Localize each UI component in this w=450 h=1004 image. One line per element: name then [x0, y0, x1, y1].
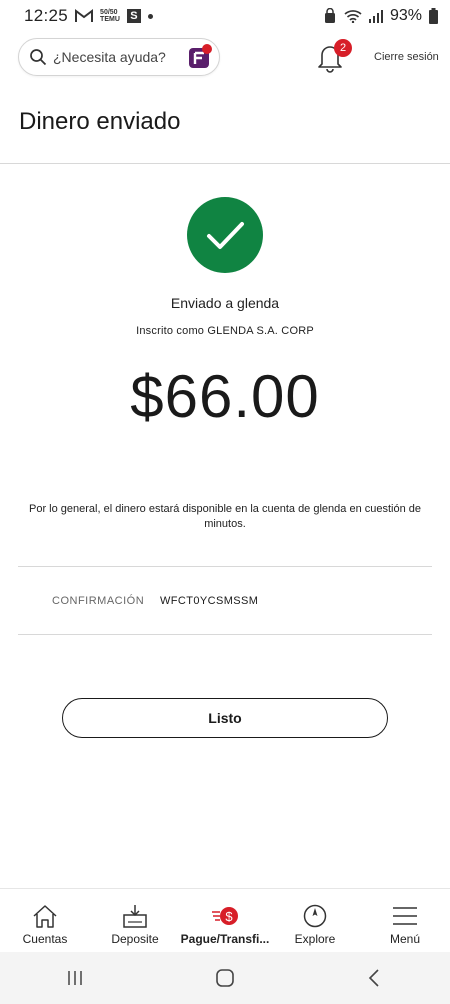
search-icon — [30, 49, 47, 66]
nav-item-pay-transfer[interactable]: $ Pague/Transfi... — [180, 889, 270, 952]
temu-badge-line1: 50/50 — [100, 9, 118, 16]
back-icon[interactable] — [363, 966, 387, 990]
deposit-icon — [123, 905, 147, 928]
bottom-nav: Cuentas Deposite $ Pague/Transfi... Expl… — [0, 888, 450, 952]
done-button[interactable]: Listo — [62, 698, 388, 738]
fargo-assistant-icon[interactable] — [185, 42, 215, 72]
nav-item-menu[interactable]: Menú — [360, 889, 450, 952]
pay-transfer-icon: $ — [212, 907, 238, 925]
recent-apps-icon[interactable] — [63, 966, 87, 990]
s-app-icon: S — [126, 9, 141, 23]
nav-label-menu: Menú — [389, 932, 421, 946]
gmail-icon — [75, 9, 94, 22]
nav-label-pay-transfer: Pague/Transfi... — [180, 932, 270, 946]
nav-label-deposit: Deposite — [111, 932, 159, 946]
availability-note: Por lo general, el dinero estará disponi… — [29, 503, 421, 530]
logout-link[interactable]: Cierre sesión — [374, 51, 439, 63]
success-checkmark-icon — [187, 197, 263, 273]
lock-bag-icon — [324, 8, 335, 23]
status-right: 93% — [323, 7, 438, 25]
compass-icon — [303, 904, 327, 928]
status-bar: 12:25 50/50 TEMU S 93% — [0, 0, 450, 32]
battery-percent: 93% — [389, 7, 422, 24]
status-time: 12:25 — [24, 6, 69, 25]
registered-name: Inscrito como GLENDA S.A. CORP — [136, 325, 314, 337]
page-title: Dinero enviado — [19, 108, 181, 135]
hamburger-icon — [393, 907, 417, 925]
search-placeholder: ¿Necesita ayuda? — [53, 49, 166, 65]
divider — [18, 634, 432, 635]
notifications-count-badge: 2 — [334, 39, 352, 57]
amount-sent: $66.00 — [130, 363, 320, 430]
fargo-logo-icon — [189, 44, 212, 68]
nav-item-deposit[interactable]: Deposite — [90, 889, 180, 952]
nav-item-accounts[interactable]: Cuentas — [0, 889, 90, 952]
system-nav-bar — [0, 952, 450, 1004]
house-icon — [33, 905, 57, 928]
temu-badge-line2: TEMU — [100, 16, 120, 23]
search-bar[interactable]: ¿Necesita ayuda? — [18, 38, 220, 76]
nav-label-explore: Explore — [294, 932, 336, 946]
home-icon[interactable] — [213, 966, 237, 990]
notification-dot-icon — [147, 13, 153, 19]
wifi-icon — [344, 10, 362, 23]
nav-label-accounts: Cuentas — [22, 932, 68, 946]
battery-icon — [429, 8, 438, 24]
divider — [18, 566, 432, 567]
signal-icon — [368, 10, 383, 23]
nav-item-explore[interactable]: Explore — [270, 889, 360, 952]
temu-badge: 50/50 TEMU — [100, 9, 120, 23]
confirmation-label: CONFIRMACIÓN — [52, 595, 145, 607]
top-bar: ¿Necesita ayuda? 2 Cierre sesión — [0, 38, 450, 80]
status-left: 12:25 50/50 TEMU S — [24, 6, 153, 26]
header-divider — [0, 163, 450, 164]
svg-text:$: $ — [225, 909, 233, 924]
confirmation-number: WFCT0YCSMSSM — [160, 595, 259, 607]
recipient-text: Enviado a glenda — [170, 295, 280, 311]
checkmark-icon — [207, 222, 244, 249]
